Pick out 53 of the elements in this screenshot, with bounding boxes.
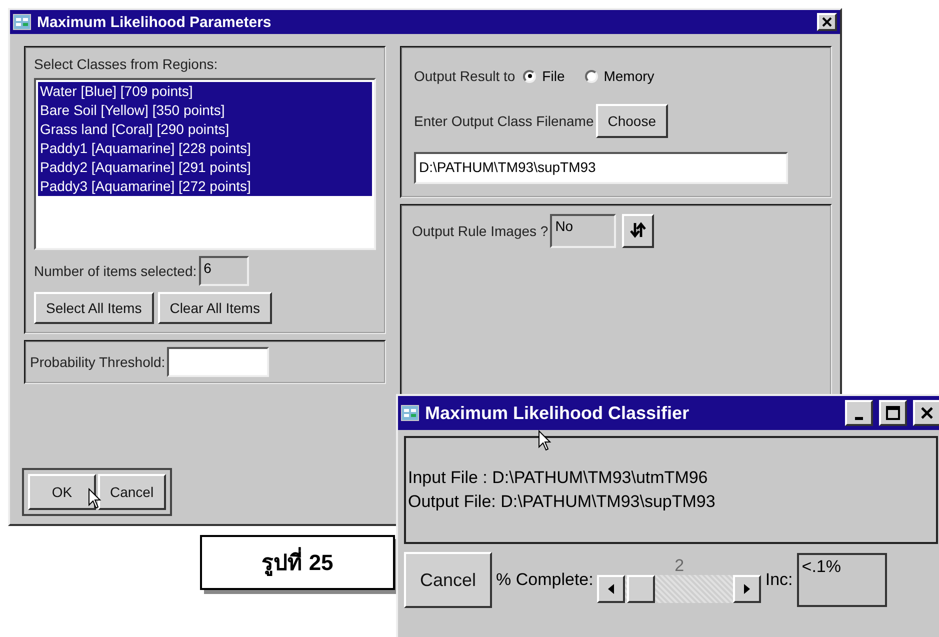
- inc-field: <.1%: [796, 553, 887, 607]
- classes-list[interactable]: Water [Blue] [709 points] Bare Soil [Yellow] [350 points] Grass land [Coral] [290 points] Paddy1 [Aquamarine] [228 points] Paddy2 [Aquamarine] [291 points] Paddy3 [Aquamarine] [272 points]: [34, 78, 376, 250]
- scroll-left-button[interactable]: [597, 575, 626, 603]
- cursor-icon: [88, 488, 102, 510]
- class-item[interactable]: Grass land [Coral] [290 points]: [38, 120, 372, 139]
- slider-reading: 2: [674, 557, 684, 575]
- close-icon: [822, 17, 832, 27]
- window-title: Maximum Likelihood Parameters: [37, 14, 272, 30]
- app-icon: [401, 405, 419, 421]
- slider-thumb[interactable]: [626, 575, 655, 603]
- rule-label: Output Rule Images ?: [412, 223, 548, 239]
- filename-field[interactable]: D:\PATHUM\TM93\supTM93: [414, 152, 788, 184]
- output-label: Output Result to: [414, 68, 516, 84]
- toggle-button[interactable]: [622, 214, 654, 248]
- complete-label: % Complete:: [496, 570, 594, 590]
- count-label: Number of items selected:: [34, 263, 197, 279]
- window-title: Maximum Likelihood Classifier: [425, 402, 690, 424]
- ok-button[interactable]: OK: [28, 474, 96, 510]
- close-icon: [920, 406, 934, 420]
- cursor-icon: [538, 430, 552, 452]
- minimize-icon: [855, 416, 863, 420]
- cancel-button[interactable]: Cancel: [404, 552, 492, 608]
- inc-label: Inc:: [765, 570, 793, 590]
- scroll-right-button[interactable]: [733, 575, 762, 603]
- left-arrow-icon: [608, 584, 614, 594]
- classes-label: Select Classes from Regions:: [34, 56, 219, 72]
- file-info-line: Output File: D:\PATHUM\TM93\supTM93: [408, 491, 716, 513]
- right-arrow-icon: [744, 584, 750, 594]
- minimize-button[interactable]: [845, 400, 873, 426]
- select-all-button[interactable]: Select All Items: [34, 292, 154, 324]
- output-radio[interactable]: File: [523, 68, 565, 84]
- class-item[interactable]: Paddy2 [Aquamarine] [291 points]: [38, 158, 372, 177]
- threshold-label: Probability Threshold:: [30, 354, 166, 370]
- rule-field: No: [550, 214, 616, 248]
- maximize-button[interactable]: [879, 400, 907, 426]
- count-field: 6: [198, 256, 249, 286]
- cancel-button[interactable]: Cancel: [98, 474, 166, 510]
- choose-button[interactable]: Choose: [596, 104, 668, 138]
- filename-label: Enter Output Class Filename: [414, 113, 594, 129]
- output-radio[interactable]: Memory: [584, 68, 654, 84]
- class-item[interactable]: Paddy3 [Aquamarine] [272 points]: [38, 177, 372, 196]
- class-item[interactable]: Paddy1 [Aquamarine] [228 points]: [38, 139, 372, 158]
- app-icon: [13, 14, 31, 30]
- close-button[interactable]: [913, 400, 939, 426]
- progress-slider[interactable]: [597, 575, 762, 603]
- up-down-arrows-icon: [630, 222, 646, 238]
- file-info-line: Input File : D:\PATHUM\TM93\utmTM96: [408, 467, 709, 489]
- class-item[interactable]: Water [Blue] [709 points]: [38, 82, 372, 101]
- clear-all-button[interactable]: Clear All Items: [158, 292, 272, 324]
- maximize-icon: [886, 406, 900, 420]
- threshold-field[interactable]: [167, 347, 270, 377]
- close-button[interactable]: [817, 13, 837, 31]
- class-item[interactable]: Bare Soil [Yellow] [350 points]: [38, 101, 372, 120]
